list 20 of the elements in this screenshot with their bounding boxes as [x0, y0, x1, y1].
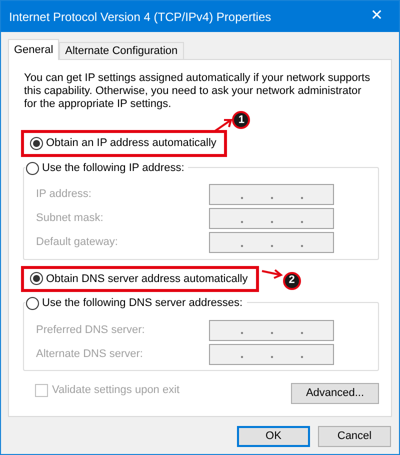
- checkbox-label: Validate settings upon exit: [52, 383, 180, 398]
- intro-text: You can get IP settings assigned automatically if your network supports this capability. Otherwise, you need to ask your network administrator for the appropriate IP settings.: [23, 72, 372, 111]
- radio-label: Use the following DNS server addresses:: [42, 296, 243, 312]
- dialog-button[interactable]: OK: [237, 426, 310, 447]
- window-title: Internet Protocol Version 4 (TCP/IPv4) Properties: [9, 8, 272, 26]
- callout-badge: 1: [232, 111, 250, 129]
- radio-label: Use the following IP address:: [42, 160, 184, 176]
- field-label: Alternate DNS server:: [36, 346, 143, 362]
- field-label: Subnet mask:: [36, 211, 104, 226]
- field-label: IP address:: [36, 187, 92, 202]
- tab[interactable]: Alternate Configuration: [59, 42, 184, 59]
- advanced-button[interactable]: Advanced...: [291, 383, 379, 404]
- radio-label: Obtain DNS server address automatically: [46, 272, 248, 286]
- tab[interactable]: General: [8, 39, 60, 60]
- field-label: Default gateway:: [36, 235, 118, 250]
- radio-label: Obtain an IP address automatically: [46, 136, 216, 151]
- close-button[interactable]: ✕: [355, 1, 399, 32]
- callout-badge: 2: [282, 272, 301, 290]
- dialog-button[interactable]: Cancel: [318, 426, 391, 447]
- field-label: Preferred DNS server:: [36, 322, 145, 338]
